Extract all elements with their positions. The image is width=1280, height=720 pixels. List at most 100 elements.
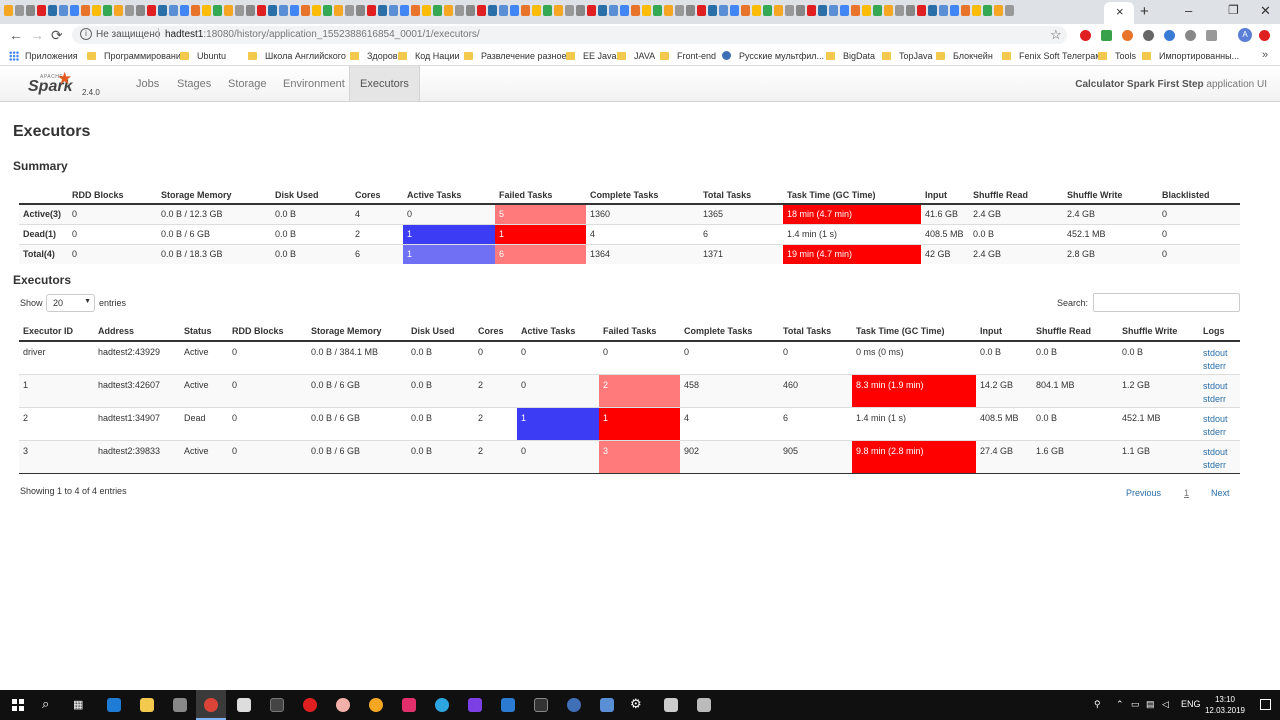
stderr-link[interactable]: stderr xyxy=(1203,360,1236,373)
executors-header-input[interactable]: Input xyxy=(976,322,1032,342)
telegram-app-icon[interactable] xyxy=(435,698,449,712)
summary-header-blank[interactable] xyxy=(19,187,68,205)
chevron-up-icon[interactable]: ⌃ xyxy=(1116,699,1124,710)
red-extension-icon[interactable] xyxy=(1259,30,1270,41)
windows-start-icon[interactable] xyxy=(12,699,24,711)
window-restore-icon[interactable]: ❐ xyxy=(1228,3,1239,17)
bookmark-apps[interactable]: Приложения xyxy=(25,51,78,61)
notification-icon[interactable] xyxy=(1260,699,1271,710)
keyboard-language[interactable]: ENG xyxy=(1181,699,1201,709)
tab-favicon-icon[interactable] xyxy=(92,5,101,16)
stderr-link[interactable]: stderr xyxy=(1203,393,1236,406)
summary-header-shuffle-write[interactable]: Shuffle Write xyxy=(1063,187,1158,205)
executors-header-disk-used[interactable]: Disk Used xyxy=(407,322,474,342)
tab-favicon-icon[interactable] xyxy=(70,5,79,16)
tab-favicon-icon[interactable] xyxy=(433,5,442,16)
tab-favicon-icon[interactable] xyxy=(730,5,739,16)
tab-favicon-icon[interactable] xyxy=(268,5,277,16)
summary-header-input[interactable]: Input xyxy=(921,187,969,205)
executors-header-cores[interactable]: Cores xyxy=(474,322,517,342)
app-icon[interactable] xyxy=(402,698,416,712)
bookmark-7[interactable]: EE Java xyxy=(566,51,617,61)
tab-favicon-icon[interactable] xyxy=(642,5,651,16)
executors-header-status[interactable]: Status xyxy=(180,322,228,342)
apps-grid-icon[interactable] xyxy=(9,51,19,61)
tab-favicon-icon[interactable] xyxy=(334,5,343,16)
bookmark-8[interactable]: JAVA xyxy=(617,51,655,61)
executors-header-total-tasks[interactable]: Total Tasks xyxy=(779,322,852,342)
tab-favicon-icon[interactable] xyxy=(356,5,365,16)
executors-header-address[interactable]: Address xyxy=(94,322,180,342)
stderr-link[interactable]: stderr xyxy=(1203,426,1236,439)
url-text[interactable]: hadtest1:18080/history/application_15523… xyxy=(165,29,480,40)
tab-favicon-icon[interactable] xyxy=(246,5,255,16)
bookmark-6[interactable]: Развлечение разное xyxy=(464,51,566,61)
tab-favicon-icon[interactable] xyxy=(950,5,959,16)
tab-favicon-icon[interactable] xyxy=(686,5,695,16)
bookmarks-overflow-icon[interactable]: » xyxy=(1262,49,1268,61)
insecure-label[interactable]: Не защищено xyxy=(96,29,160,40)
tab-favicon-icon[interactable] xyxy=(499,5,508,16)
volume-icon[interactable]: ◁ xyxy=(1162,699,1169,710)
stdout-link[interactable]: stdout xyxy=(1203,347,1236,360)
pagination-page-1[interactable]: 1 xyxy=(1184,488,1189,498)
tab-favicon-icon[interactable] xyxy=(389,5,398,16)
tab-environment[interactable]: Environment xyxy=(273,66,355,101)
tab-favicon-icon[interactable] xyxy=(576,5,585,16)
console-app-icon[interactable] xyxy=(534,698,548,712)
executors-header-logs[interactable]: Logs xyxy=(1199,322,1240,342)
grey-extension-icon[interactable] xyxy=(1143,30,1154,41)
profile-avatar[interactable]: A xyxy=(1238,28,1252,42)
back-arrow-icon[interactable]: ← xyxy=(9,27,23,43)
tab-favicon-icon[interactable] xyxy=(906,5,915,16)
stdout-link[interactable]: stdout xyxy=(1203,380,1236,393)
tab-favicon-icon[interactable] xyxy=(400,5,409,16)
summary-header-complete-tasks[interactable]: Complete Tasks xyxy=(586,187,699,205)
opera-app-icon[interactable] xyxy=(303,698,317,712)
app-icon[interactable] xyxy=(697,698,711,712)
forward-arrow-icon[interactable]: → xyxy=(30,27,44,43)
tab-favicon-icon[interactable] xyxy=(477,5,486,16)
tab-executors[interactable]: Executors xyxy=(349,66,420,101)
tab-favicon-icon[interactable] xyxy=(37,5,46,16)
tab-favicon-icon[interactable] xyxy=(345,5,354,16)
mail-app-icon[interactable] xyxy=(237,698,251,712)
tab-favicon-icon[interactable] xyxy=(224,5,233,16)
window-close-icon[interactable]: ✕ xyxy=(1260,3,1271,19)
intellij-app-icon[interactable] xyxy=(468,698,482,712)
file-explorer-icon[interactable] xyxy=(140,698,154,712)
app-icon[interactable] xyxy=(369,698,383,712)
tab-favicon-icon[interactable] xyxy=(664,5,673,16)
summary-header-rdd-blocks[interactable]: RDD Blocks xyxy=(68,187,157,205)
stdout-link[interactable]: stdout xyxy=(1203,446,1236,459)
tab-favicon-icon[interactable] xyxy=(114,5,123,16)
search-input[interactable] xyxy=(1093,293,1240,312)
tab-favicon-icon[interactable] xyxy=(422,5,431,16)
tab-favicon-icon[interactable] xyxy=(158,5,167,16)
executors-header-active-tasks[interactable]: Active Tasks xyxy=(517,322,599,342)
tab-favicon-icon[interactable] xyxy=(565,5,574,16)
tab-favicon-icon[interactable] xyxy=(631,5,640,16)
tab-favicon-icon[interactable] xyxy=(587,5,596,16)
executors-header-executor-id[interactable]: Executor ID xyxy=(19,322,94,342)
tab-favicon-icon[interactable] xyxy=(818,5,827,16)
tab-favicon-icon[interactable] xyxy=(136,5,145,16)
tab-favicon-icon[interactable] xyxy=(807,5,816,16)
gear-icon[interactable]: ⚙ xyxy=(630,696,642,712)
summary-header-disk-used[interactable]: Disk Used xyxy=(271,187,351,205)
bookmark-1[interactable]: Программирование xyxy=(87,51,186,61)
tab-favicon-icon[interactable] xyxy=(202,5,211,16)
executors-header-shuffle-write[interactable]: Shuffle Write xyxy=(1118,322,1199,342)
tab-favicon-icon[interactable] xyxy=(719,5,728,16)
window-minimize-icon[interactable]: – xyxy=(1185,3,1192,18)
tab-favicon-icon[interactable] xyxy=(983,5,992,16)
info-icon[interactable]: i xyxy=(80,28,92,40)
app-icon[interactable] xyxy=(336,698,350,712)
executors-header-failed-tasks[interactable]: Failed Tasks xyxy=(599,322,680,342)
tab-favicon-icon[interactable] xyxy=(367,5,376,16)
bookmark-13[interactable]: Блокчейн xyxy=(936,51,993,61)
orange-extension-icon[interactable] xyxy=(1122,30,1133,41)
tab-close-icon[interactable]: × xyxy=(1116,4,1124,19)
tab-favicon-icon[interactable] xyxy=(653,5,662,16)
tab-favicon-icon[interactable] xyxy=(521,5,530,16)
